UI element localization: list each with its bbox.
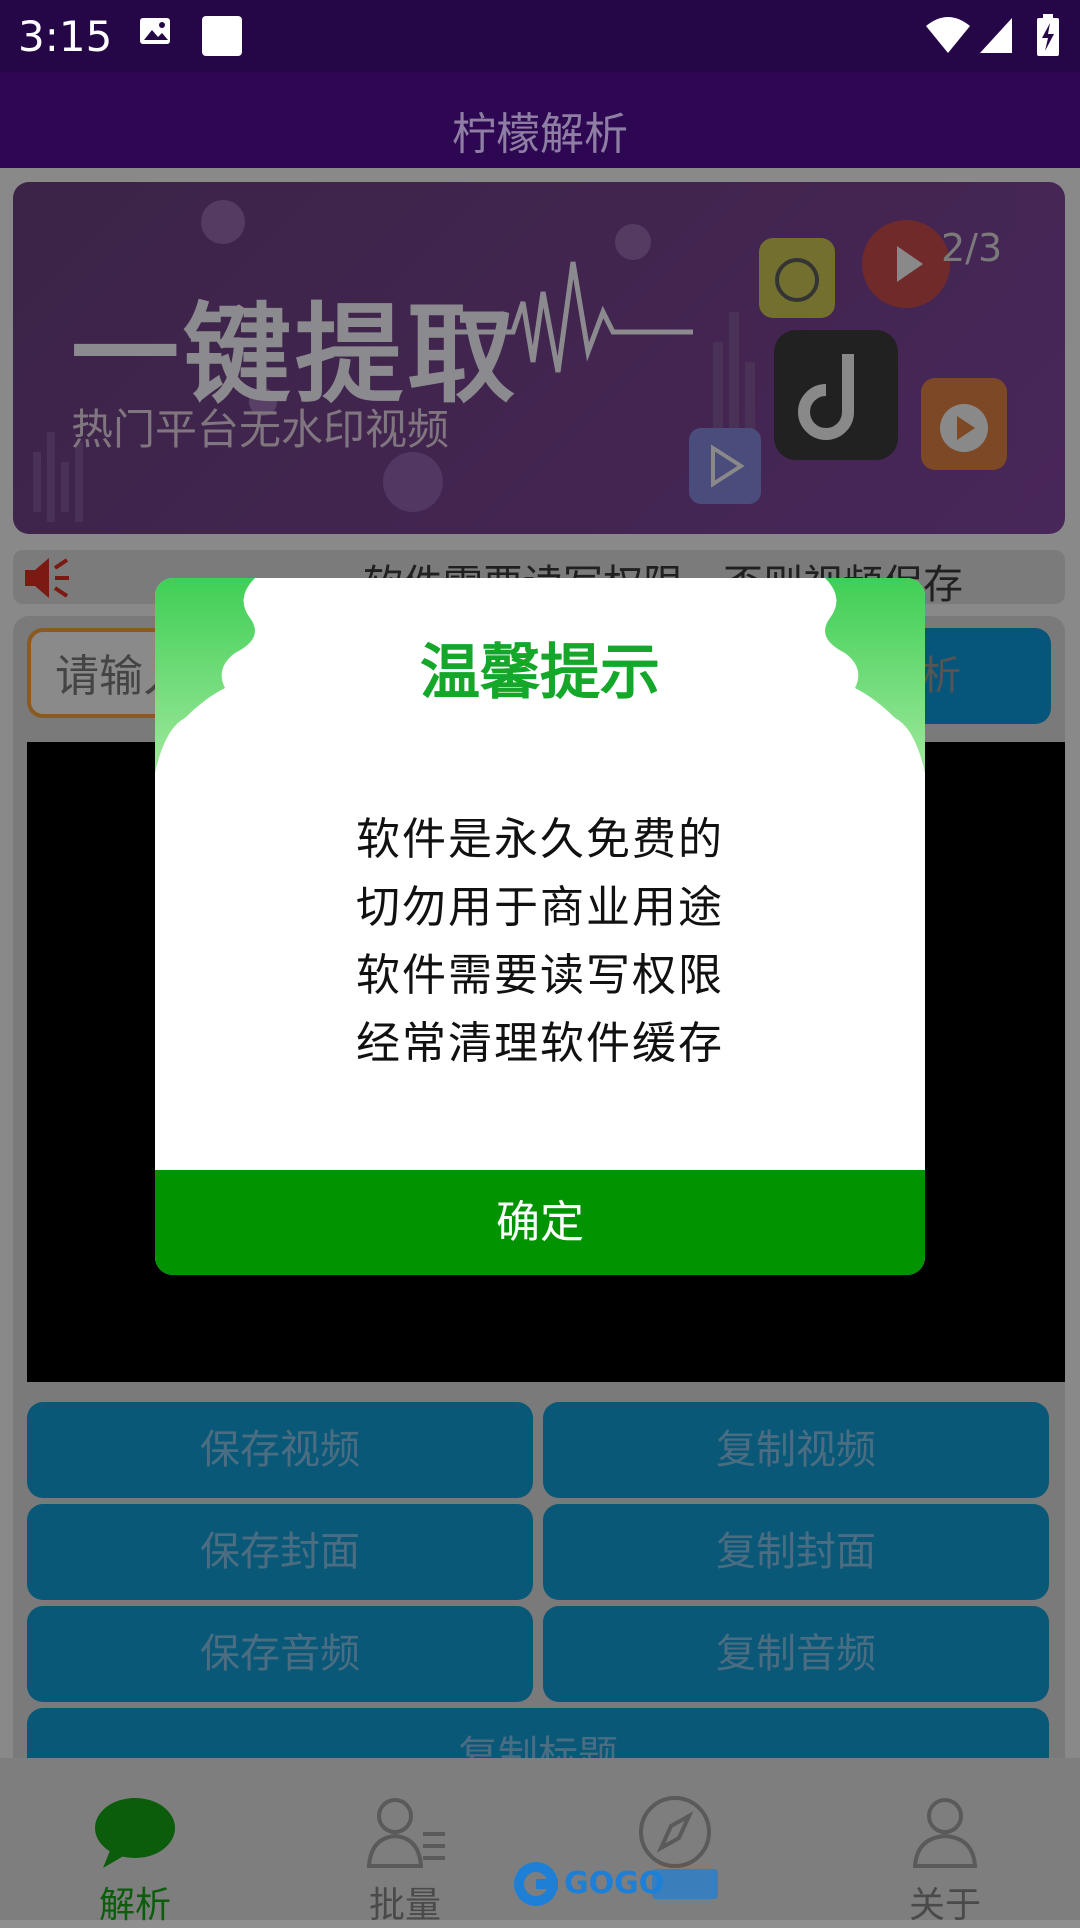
save-video-button[interactable]: 保存视频 — [27, 1402, 533, 1498]
app-title: 柠檬解析 — [452, 109, 628, 160]
tab-batch-label: 批量 — [368, 1885, 441, 1926]
tab-parse[interactable]: 解析 — [0, 1758, 270, 1926]
wifi-icon — [925, 16, 971, 58]
banner-page-counter: 2/3 — [941, 226, 1003, 270]
gogo-watermark-logo: GOGO — [512, 1857, 722, 1911]
svg-text:GOGO: GOGO — [564, 1866, 664, 1901]
confirm-button[interactable]: 确定 — [155, 1170, 925, 1275]
dialog-line: 经常清理软件缓存 — [356, 1018, 724, 1069]
square-notification-icon — [200, 14, 244, 62]
dialog-message: 软件是永久免费的 切勿用于商业用途 软件需要读写权限 经常清理软件缓存 — [155, 806, 925, 1078]
dialog-line: 软件需要读写权限 — [356, 950, 724, 1001]
save-cover-button[interactable]: 保存封面 — [27, 1504, 533, 1600]
promo-banner[interactable]: 一键提取 热门平台无水印视频 2/3 — [13, 182, 1065, 534]
copy-audio-button[interactable]: 复制音频 — [543, 1606, 1049, 1702]
tab-about-label: 关于 — [908, 1885, 981, 1926]
banner-subtitle: 热门平台无水印视频 — [71, 405, 450, 454]
user-list-icon — [366, 1798, 445, 1868]
app-bar: 柠檬解析 — [0, 72, 1080, 168]
battery-charging-icon — [1036, 14, 1060, 60]
chat-bubble-icon — [95, 1798, 175, 1868]
dialog-line: 软件是永久免费的 — [356, 814, 724, 865]
save-audio-button[interactable]: 保存音频 — [27, 1606, 533, 1702]
tab-batch[interactable]: 批量 — [270, 1758, 540, 1926]
signal-icon — [978, 16, 1014, 58]
tab-parse-label: 解析 — [98, 1885, 171, 1926]
status-time: 3:15 — [18, 12, 113, 61]
user-icon — [912, 1798, 978, 1868]
tab-about[interactable]: 关于 — [810, 1758, 1080, 1926]
image-icon — [138, 14, 172, 52]
tips-dialog: 温馨提示 软件是永久免费的 切勿用于商业用途 软件需要读写权限 经常清理软件缓存… — [155, 578, 925, 1275]
dialog-line: 切勿用于商业用途 — [356, 882, 724, 933]
speaker-icon — [21, 556, 73, 604]
copy-video-button[interactable]: 复制视频 — [543, 1402, 1049, 1498]
status-bar: 3:15 — [0, 0, 1080, 72]
dialog-title: 温馨提示 — [420, 638, 660, 708]
copy-cover-button[interactable]: 复制封面 — [543, 1504, 1049, 1600]
